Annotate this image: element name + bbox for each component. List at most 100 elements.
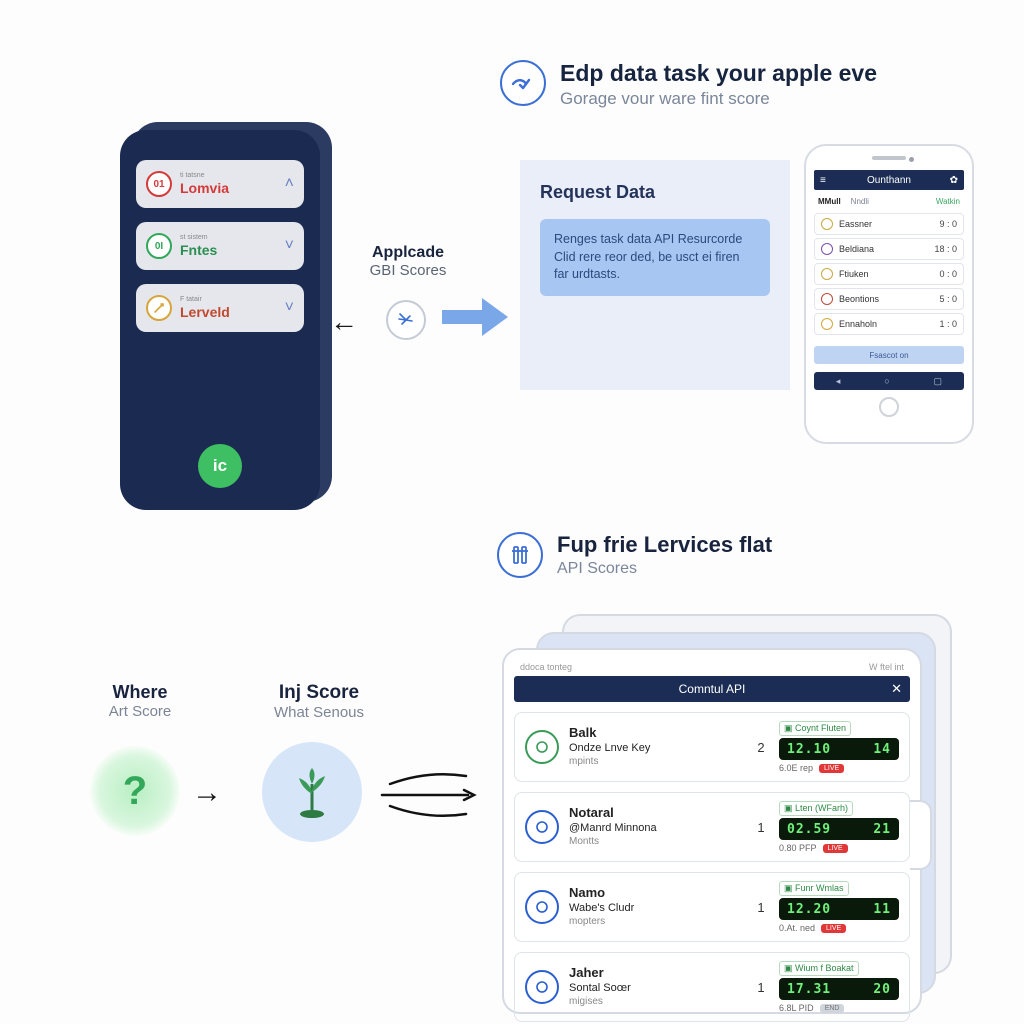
- check-swoosh-icon: [500, 60, 546, 106]
- row-meta: NamoWabe's Cludrmopters: [569, 885, 743, 929]
- tag-badge: ▣ Funr Wmlas: [779, 881, 849, 896]
- list-label: Fntes: [180, 242, 277, 258]
- where-block: Where Art Score: [80, 682, 200, 720]
- tablet-notch: [910, 800, 932, 870]
- list-item[interactable]: F tatair Lerveld ˅: [136, 284, 304, 332]
- inj-sub: What Senous: [244, 704, 394, 721]
- cta-button[interactable]: Fsascot on: [814, 346, 964, 364]
- list-item[interactable]: 0I st sistem Fntes ˅: [136, 222, 304, 270]
- window-chrome: ddoca tonteg W ftel int: [514, 660, 910, 674]
- chrome-left: ddoca tonteg: [520, 662, 572, 672]
- row-meta: JaherSontal Soœrmigises: [569, 965, 743, 1009]
- row-meta: BalkOndze Lnve Keympints: [569, 725, 743, 769]
- phone-header-title: Ounthann: [867, 175, 911, 186]
- phone-dark: 01 ti tatsne Lomvia ˄ 0I st sistem Fntes…: [120, 130, 320, 510]
- score-row[interactable]: Beldiana18 : 0: [814, 238, 964, 260]
- list-tiny: ti tatsne: [180, 172, 277, 179]
- phone-speaker: [872, 156, 906, 160]
- tab[interactable]: MMull: [818, 197, 841, 206]
- phone-navbar: ◂ ○ ▢: [814, 372, 964, 390]
- arrow-right-icon: →: [192, 776, 222, 810]
- row-meta: Notaral@Manrd MinnonaMontts: [569, 805, 743, 849]
- lower-header: Fup frie Lervices flat API Scores: [497, 532, 772, 578]
- score-row[interactable]: Ftiuken0 : 0: [814, 263, 964, 285]
- question-icon: ?: [90, 746, 180, 836]
- status-dot-icon: 01: [146, 171, 172, 197]
- where-title: Where: [80, 682, 200, 703]
- phone-camera: [909, 157, 914, 162]
- tablet-titlebar: Comntul API ✕: [514, 676, 910, 702]
- scoreboard: 02.5921: [779, 818, 899, 840]
- tab[interactable]: Nndli: [851, 197, 869, 206]
- status-dot-icon: [146, 295, 172, 321]
- chevron-up-icon[interactable]: ˄: [285, 175, 294, 193]
- chrome-right: W ftel int: [869, 662, 904, 672]
- score-row[interactable]: Eassner9 : 0: [814, 213, 964, 235]
- row-right: ▣ Lten (WFarh)02.59210.80 PFPLIVE: [779, 801, 899, 853]
- plant-icon: [262, 742, 362, 842]
- tablet-front: ddoca tonteg W ftel int Comntul API ✕ Ba…: [502, 648, 922, 1014]
- multi-arrow-icon: [378, 760, 488, 830]
- status-dot-icon: 0I: [146, 233, 172, 259]
- nav-home-icon[interactable]: ○: [884, 376, 889, 386]
- where-sub: Art Score: [80, 703, 200, 720]
- score-row[interactable]: BalkOndze Lnve Keympints2▣ Coynt Fluten1…: [514, 712, 910, 782]
- nav-back-icon[interactable]: ◂: [836, 376, 841, 387]
- mid-label-title: Applcade: [348, 244, 468, 262]
- score-row[interactable]: JaherSontal Soœrmigises 1 ▣ Wium f Boakat 1…: [514, 952, 910, 1022]
- team-icon: [525, 810, 559, 844]
- team-icon: [821, 268, 833, 280]
- score-row[interactable]: Ennaholn1 : 0: [814, 313, 964, 335]
- lower-subtitle: API Scores: [557, 560, 772, 578]
- score-row[interactable]: Notaral@Manrd MinnonaMontts1▣ Lten (WFar…: [514, 792, 910, 862]
- mid-label: Applcade GBI Scores: [348, 244, 468, 279]
- burst-icon: [386, 300, 426, 340]
- phone-tabs: MMull Nndli Watkin: [814, 194, 964, 209]
- request-panel: Request Data Renges task data API Resurc…: [520, 160, 790, 390]
- list-tiny: st sistem: [180, 234, 277, 241]
- team-icon: [821, 293, 833, 305]
- arrow-left-icon: ←: [330, 306, 358, 338]
- tag-badge: ▣ Coynt Fluten: [779, 721, 851, 736]
- score-row[interactable]: NamoWabe's Cludrmopters 1 ▣ Funr Wmlas 12.2…: [514, 872, 910, 942]
- top-header: Edp data task your apple eve Gorage vour…: [500, 60, 877, 109]
- phone-right: Ounthann ✿ MMull Nndli Watkin Eassner9 :…: [804, 144, 974, 444]
- chevron-down-icon[interactable]: ˅: [285, 299, 294, 317]
- row-count: 2: [753, 740, 769, 755]
- request-body: Renges task data API Resurcorde Clid rer…: [540, 219, 770, 296]
- tablet-stack: ddoca tonteg W ftel int Comntul API ✕ Ba…: [502, 614, 962, 1014]
- list-item[interactable]: 01 ti tatsne Lomvia ˄: [136, 160, 304, 208]
- scoreboard: 12.2011: [779, 898, 899, 920]
- team-icon: [525, 730, 559, 764]
- arrow-right-icon: [440, 292, 510, 342]
- lower-title: Fup frie Lervices flat: [557, 532, 772, 558]
- team-icon: [821, 218, 833, 230]
- score-row[interactable]: Beontions5 : 0: [814, 288, 964, 310]
- tab[interactable]: Watkin: [936, 197, 960, 206]
- request-title: Request Data: [540, 182, 770, 203]
- chevron-down-icon[interactable]: ˅: [285, 237, 294, 255]
- live-badge: LIVE: [821, 924, 846, 933]
- team-icon: [525, 890, 559, 924]
- tag-badge: ▣ Wium f Boakat: [779, 961, 859, 976]
- top-subtitle: Gorage vour ware fint score: [560, 89, 877, 109]
- gear-icon[interactable]: ✿: [950, 175, 958, 186]
- row-right: ▣ Wium f Boakat17.31206.8L PIDEND: [779, 961, 899, 1013]
- top-title: Edp data task your apple eve: [560, 60, 877, 87]
- mid-label-sub: GBI Scores: [348, 262, 468, 279]
- inj-block: Inj Score What Senous: [244, 682, 394, 721]
- scoreboard: 17.3120: [779, 978, 899, 1000]
- row-right: ▣ Funr Wmlas12.20110.At. nedLIVE: [779, 881, 899, 933]
- row-count: 1: [753, 980, 769, 995]
- team-icon: [821, 318, 833, 330]
- home-button[interactable]: [879, 397, 899, 417]
- row-count: 1: [753, 900, 769, 915]
- tablet-title: Comntul API: [679, 682, 746, 696]
- ic-badge-icon: ic: [198, 444, 242, 488]
- tag-badge: ▣ Lten (WFarh): [779, 801, 853, 816]
- list-label: Lomvia: [180, 180, 277, 196]
- nav-recent-icon[interactable]: ▢: [934, 376, 943, 387]
- close-icon[interactable]: ✕: [891, 681, 902, 697]
- live-badge: LIVE: [823, 844, 848, 853]
- live-badge: END: [820, 1004, 845, 1013]
